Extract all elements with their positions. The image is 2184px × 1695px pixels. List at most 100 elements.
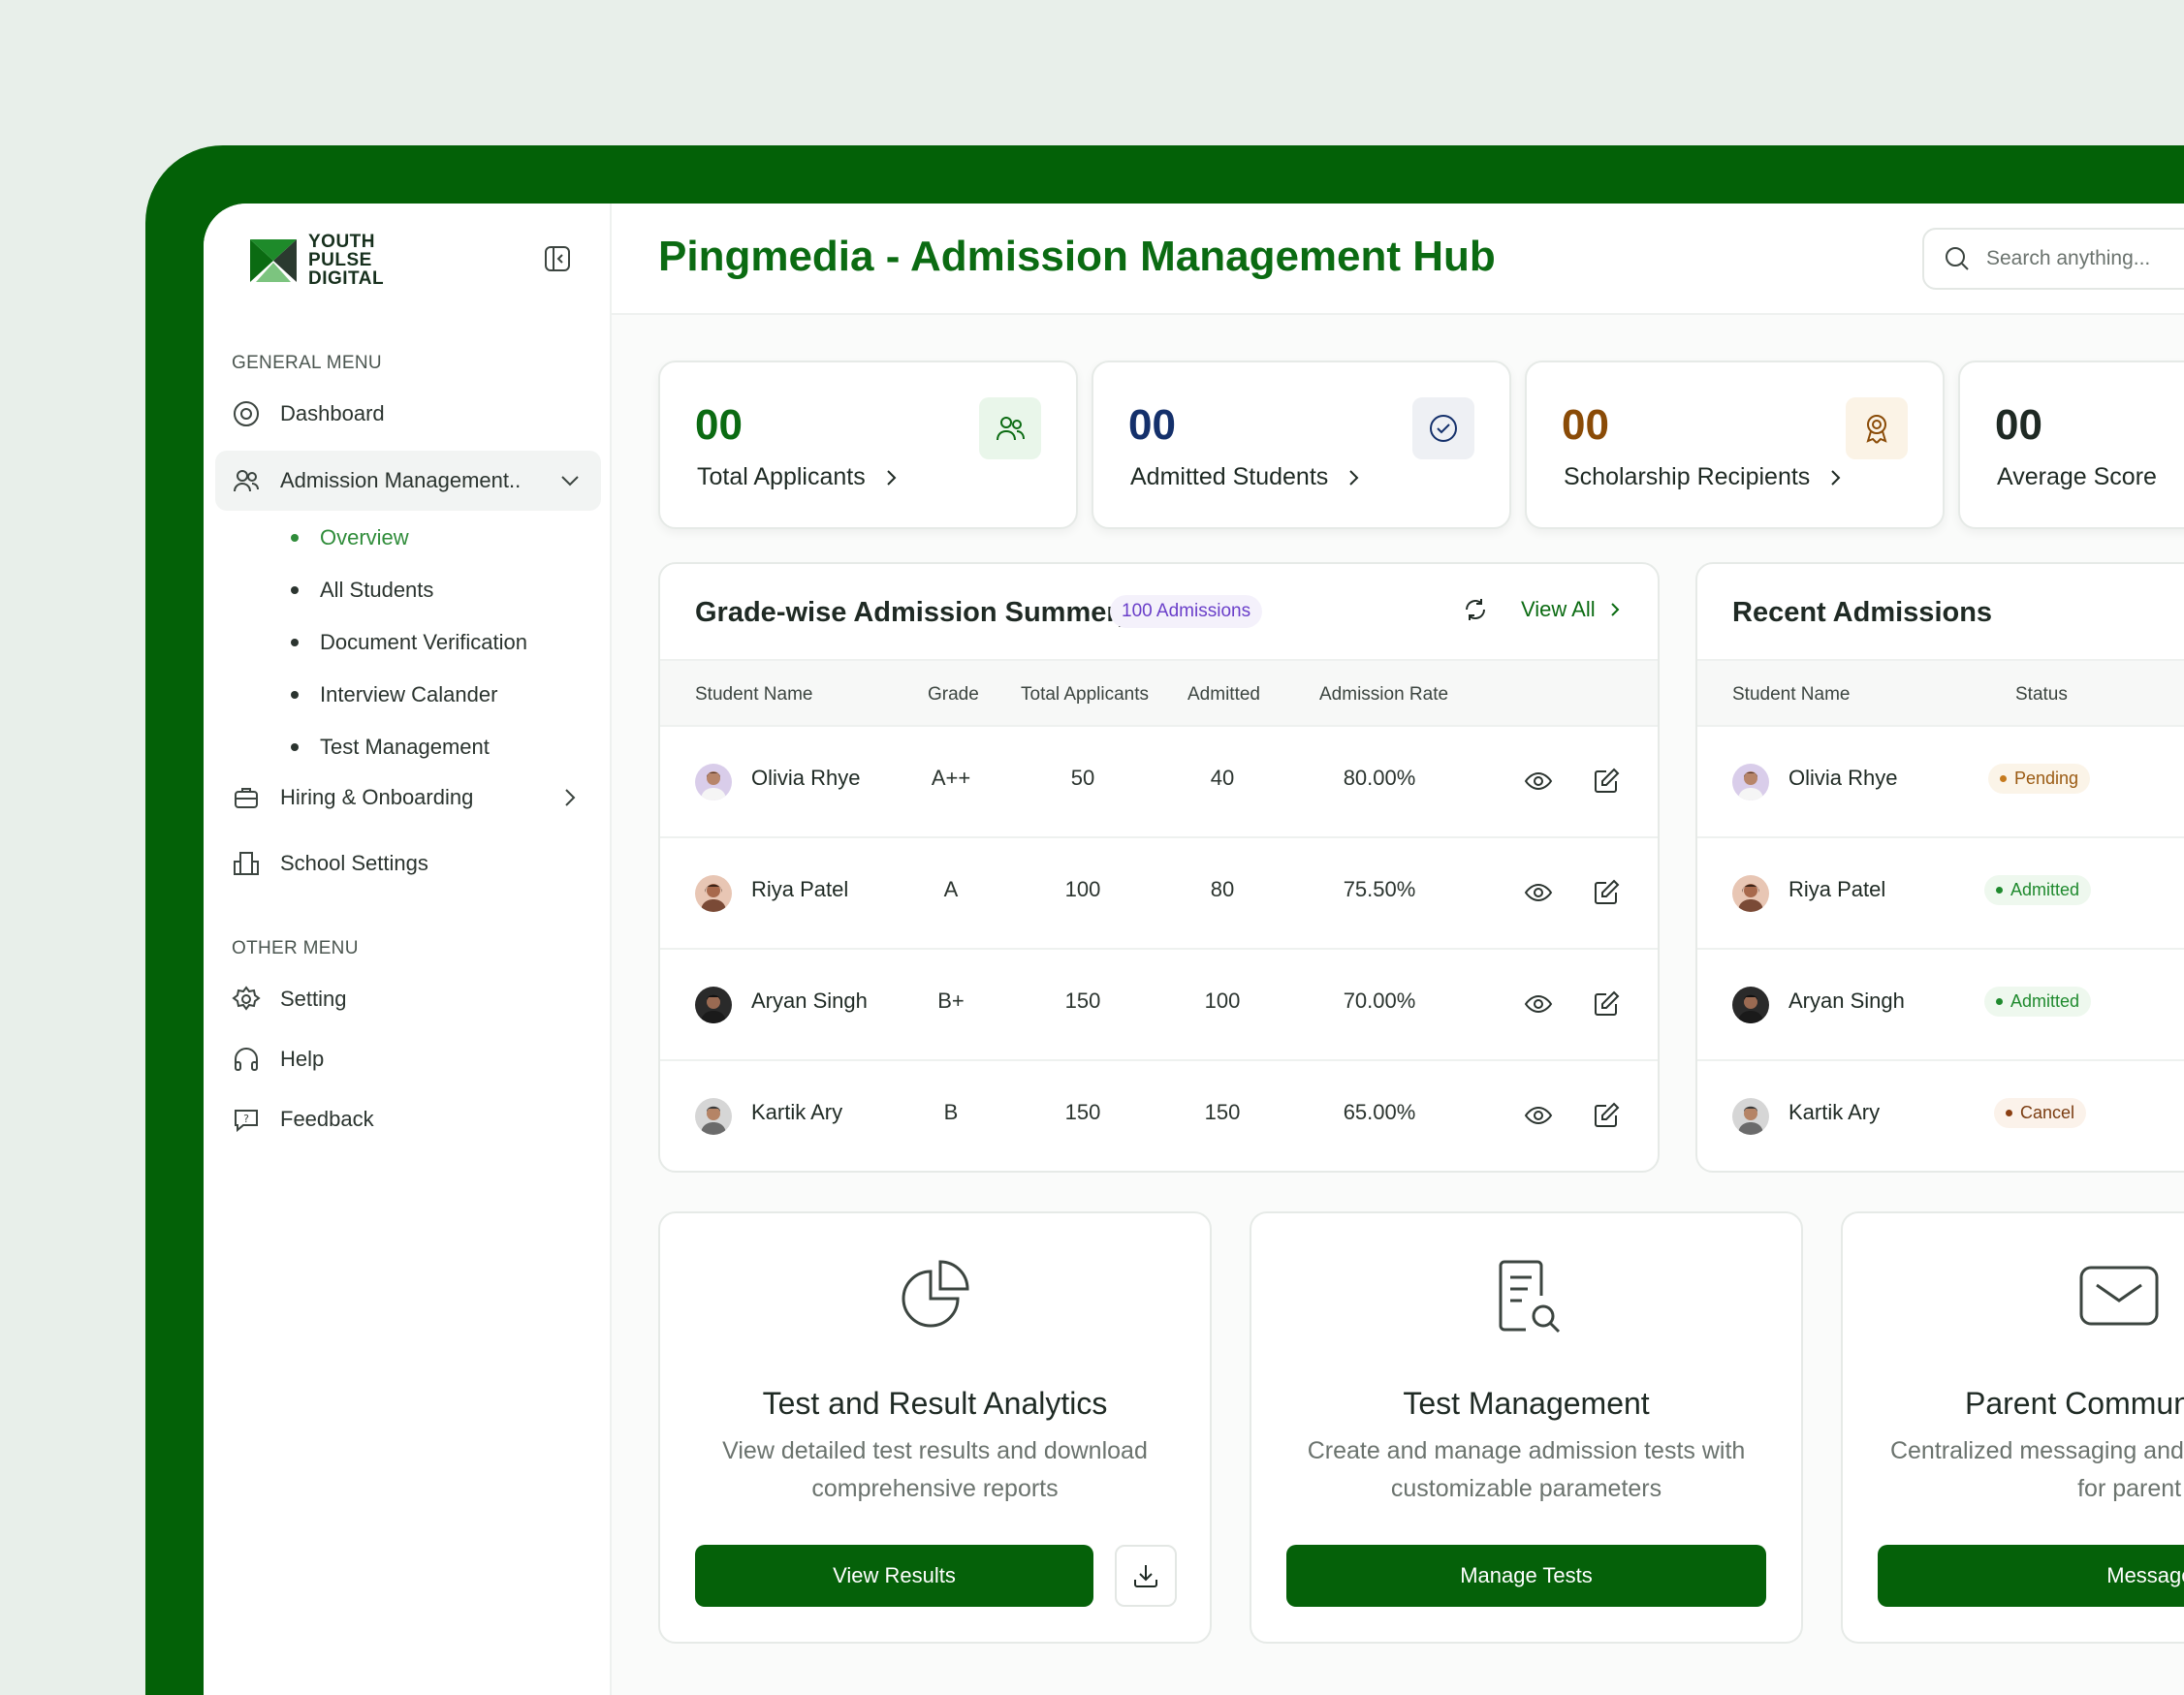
total-value: 50 [1070,766,1095,790]
stat-label[interactable]: Average Score [1997,463,2157,491]
grade-value: A [943,877,959,901]
table-row[interactable]: Kartik Ary B 150 150 65.00% [660,1061,1658,1171]
table-header: Student Name Status [1697,659,2184,727]
table-row[interactable]: Aryan Singh B+ 150 100 70.00% [660,950,1658,1061]
admissions-count-badge: 100 Admissions [1110,595,1263,628]
eye-icon[interactable] [1523,1100,1554,1131]
sidebar-item-dashboard[interactable]: Dashboard [215,384,601,444]
eye-icon[interactable] [1523,766,1554,797]
edit-icon[interactable] [1591,1100,1622,1131]
status-badge: Pending [1988,764,2091,794]
stat-label-text: Scholarship Recipients [1564,463,1811,490]
stat-label[interactable]: Admitted Students [1130,463,1363,491]
users-icon [234,470,259,492]
table-row[interactable]: Kartik Ary Cancel [1697,1061,2184,1171]
bullet [291,639,299,646]
feature-description: View detailed test results and download … [722,1437,1148,1502]
avatar [1732,875,1769,912]
table-row[interactable]: Olivia Rhye A++ 50 40 80.00% [660,727,1658,838]
col-status: Status [2015,684,2068,705]
sidebar-item-label: Setting [280,987,347,1011]
sidebar-subitem-all-students[interactable]: All Students [291,578,433,603]
avatar [695,764,732,800]
student-name: Olivia Rhye [1788,766,1898,790]
rate-value: 70.00% [1343,989,1416,1013]
admitted-value: 100 [1204,989,1241,1013]
status-dot [2006,1110,2012,1116]
refresh-icon[interactable] [1461,595,1490,624]
stat-card-scholarship-recipients[interactable]: 00 Scholarship Recipients [1525,361,1945,529]
avatar [1732,1098,1769,1135]
edit-icon[interactable] [1591,766,1622,797]
feature-card-test-management: Test Management Create and manage admiss… [1250,1211,1803,1644]
grade-value: A++ [931,766,971,790]
sidebar-item-school-settings[interactable]: School Settings [215,833,601,894]
brand-logo[interactable]: YOUTH PULSE DIGITAL [246,233,384,288]
avatar [1732,764,1769,800]
table-row[interactable]: Riya Patel A 100 80 75.50% [660,838,1658,950]
eye-icon[interactable] [1523,989,1554,1020]
sidebar-collapse-icon[interactable] [543,244,572,273]
view-all-label: View All [1521,597,1596,621]
users-icon [997,417,1025,441]
sidebar-subitem-overview[interactable]: Overview [291,525,409,550]
total-value: 150 [1064,1100,1101,1124]
document-search-icon [1499,1260,1560,1334]
stat-value: 00 [1562,401,1609,449]
eye-icon[interactable] [1523,877,1554,908]
mail-icon [2079,1266,2159,1326]
bullet [291,691,299,699]
edit-icon[interactable] [1591,877,1622,908]
sidebar-item-hiring-onboarding[interactable]: Hiring & Onboarding [215,768,601,828]
message-hub-button[interactable]: Message Hub [1878,1545,2184,1607]
chevron-right-icon[interactable] [558,786,582,809]
download-button[interactable] [1115,1545,1177,1607]
top-header: Pingmedia - Admission Management Hub [612,204,2184,315]
status-badge: Cancel [1994,1098,2087,1128]
general-menu-title: GENERAL MENU [232,353,382,373]
sidebar-item-feedback[interactable]: ? Feedback [215,1089,601,1149]
stat-label[interactable]: Scholarship Recipients [1564,463,1845,491]
rate-value: 75.50% [1343,877,1416,901]
table-row[interactable]: Riya Patel Admitted [1697,838,2184,950]
stat-card-average-score[interactable]: 00 Average Score [1958,361,2184,529]
logo-line-2: PULSE [308,250,372,270]
edit-icon[interactable] [1591,989,1622,1020]
stat-card-admitted-students[interactable]: 00 Admitted Students [1092,361,1511,529]
total-value: 150 [1064,989,1101,1013]
search-icon [1946,247,1969,270]
admitted-value: 80 [1210,877,1235,901]
status-text: Admitted [2010,991,2080,1011]
sidebar-subitem-interview-calander[interactable]: Interview Calander [291,682,497,707]
sidebar-item-setting[interactable]: Setting [215,969,601,1029]
manage-tests-button[interactable]: Manage Tests [1286,1545,1766,1607]
logo-line-3: DIGITAL [308,268,385,289]
stat-icon-box [1412,397,1474,459]
headphones-icon [235,1048,258,1071]
status-dot [1996,887,2003,894]
view-all-link[interactable]: View All [1521,597,1623,622]
sidebar-subitem-test-management[interactable]: Test Management [291,735,490,760]
rate-value: 80.00% [1343,766,1416,790]
sidebar-item-label: Dashboard [280,401,385,425]
search-box[interactable] [1922,228,2184,290]
feature-title: Parent Communi [1965,1386,2184,1421]
stat-icon-box [979,397,1041,459]
student-name: Kartik Ary [751,1100,843,1124]
svg-text:?: ? [243,1113,249,1125]
chevron-right-icon [887,469,897,486]
feature-card-test-analytics: Test and Result Analytics View detailed … [658,1211,1212,1644]
sidebar-item-help[interactable]: Help [215,1029,601,1089]
bullet [291,534,299,542]
stat-card-total-applicants[interactable]: 00 Total Applicants [658,361,1078,529]
avatar [695,875,732,912]
view-results-button[interactable]: View Results [695,1545,1093,1607]
table-row[interactable]: Olivia Rhye Pending [1697,727,2184,838]
table-row[interactable]: Aryan Singh Admitted [1697,950,2184,1061]
stat-icon-box [1846,397,1908,459]
search-input[interactable] [1986,247,2184,270]
chevron-down-icon[interactable] [558,469,582,492]
sidebar-item-admission-management[interactable]: Admission Management.. [215,451,601,511]
stat-label[interactable]: Total Applicants [697,463,901,491]
sidebar-subitem-document-verification[interactable]: Document Verification [291,630,527,655]
